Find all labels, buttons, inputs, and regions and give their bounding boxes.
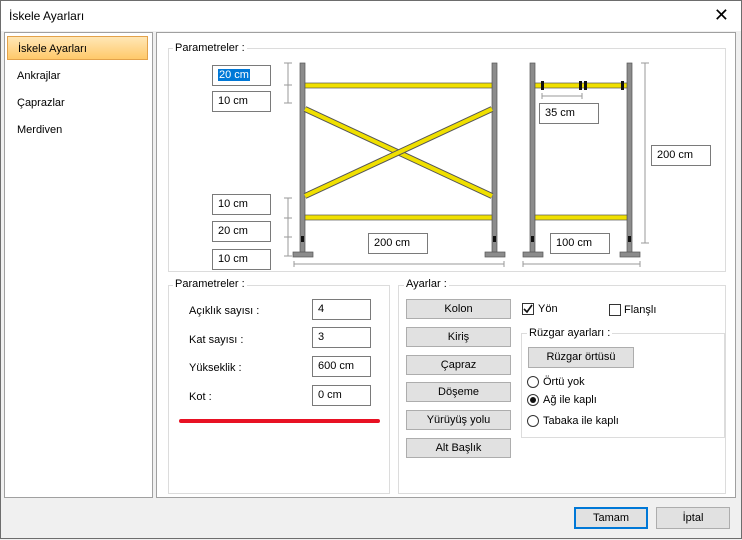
ag-ile-kapli-label: Ağ ile kaplı: [543, 394, 597, 406]
sidebar-item-merdiven[interactable]: Merdiven: [7, 118, 148, 142]
capraz-button[interactable]: Çapraz: [406, 355, 511, 375]
low-gap-1-input[interactable]: 10 cm: [212, 194, 271, 215]
sidebar: İskele Ayarları Ankrajlar Çaprazlar Merd…: [4, 32, 153, 498]
kat-sayisi-input[interactable]: 3: [312, 327, 371, 348]
yon-label: Yön: [538, 303, 558, 315]
top-height-input[interactable]: 20 cm: [212, 65, 271, 86]
tabaka-ile-kapli-radio[interactable]: [527, 415, 539, 427]
diagram-group-label: Parametreler :: [173, 42, 247, 54]
kot-input[interactable]: 0 cm: [312, 385, 371, 406]
acilik-sayisi-label: Açıklık sayısı :: [189, 305, 260, 317]
sidebar-item-label: Ankrajlar: [17, 70, 61, 82]
settings-group-label: Ayarlar :: [404, 278, 449, 290]
mid-height-input[interactable]: 10 cm: [212, 91, 271, 112]
base-gap-input[interactable]: 10 cm: [212, 249, 271, 270]
yukseklik-input[interactable]: 600 cm: [312, 356, 371, 377]
sidebar-item-ankrajlar[interactable]: Ankrajlar: [7, 64, 148, 88]
acilik-sayisi-input[interactable]: 4: [312, 299, 371, 320]
tabaka-ile-kapli-label: Tabaka ile kaplı: [543, 415, 619, 427]
sidebar-item-iskele-ayarlari[interactable]: İskele Ayarları: [7, 36, 148, 60]
kolon-button[interactable]: Kolon: [406, 299, 511, 319]
front-width-input[interactable]: 200 cm: [368, 233, 428, 254]
close-icon[interactable]: ✕: [714, 5, 729, 25]
ortu-yok-radio[interactable]: [527, 376, 539, 388]
sidebar-item-label: İskele Ayarları: [18, 43, 87, 55]
side-gap-input[interactable]: 35 cm: [539, 103, 599, 124]
sidebar-item-label: Merdiven: [17, 124, 63, 136]
dialog-window: İskele Ayarları ✕ İskele Ayarları Ankraj…: [0, 0, 742, 539]
kiris-button[interactable]: Kiriş: [406, 327, 511, 347]
ok-button[interactable]: Tamam: [574, 507, 648, 529]
low-gap-2-input[interactable]: 20 cm: [212, 221, 271, 242]
check-icon: [523, 304, 533, 314]
cancel-button[interactable]: İptal: [656, 507, 730, 529]
yuruyus-yolu-button[interactable]: Yürüyüş yolu: [406, 410, 511, 430]
kot-label: Kot :: [189, 391, 212, 403]
side-width-input[interactable]: 100 cm: [550, 233, 610, 254]
window-title: İskele Ayarları: [9, 9, 85, 23]
yukseklik-label: Yükseklik :: [189, 362, 242, 374]
flansli-checkbox[interactable]: [609, 304, 621, 316]
title-bar: İskele Ayarları ✕: [1, 1, 741, 31]
flansli-label: Flanşlı: [624, 304, 657, 316]
yon-checkbox[interactable]: [522, 303, 534, 315]
ag-ile-kapli-radio[interactable]: [527, 394, 539, 406]
params-group-label: Parametreler :: [173, 278, 247, 290]
total-height-input[interactable]: 200 cm: [651, 145, 711, 166]
wind-group-label: Rüzgar ayarları :: [527, 327, 613, 339]
sidebar-item-caprazlar[interactable]: Çaprazlar: [7, 91, 148, 115]
red-underline: [179, 419, 380, 423]
ruzgar-ortusu-button[interactable]: Rüzgar örtüsü: [528, 347, 634, 368]
alt-baslik-button[interactable]: Alt Başlık: [406, 438, 511, 458]
doseme-button[interactable]: Döşeme: [406, 382, 511, 402]
kat-sayisi-label: Kat sayısı :: [189, 334, 244, 346]
ortu-yok-label: Örtü yok: [543, 376, 585, 388]
sidebar-item-label: Çaprazlar: [17, 97, 65, 109]
